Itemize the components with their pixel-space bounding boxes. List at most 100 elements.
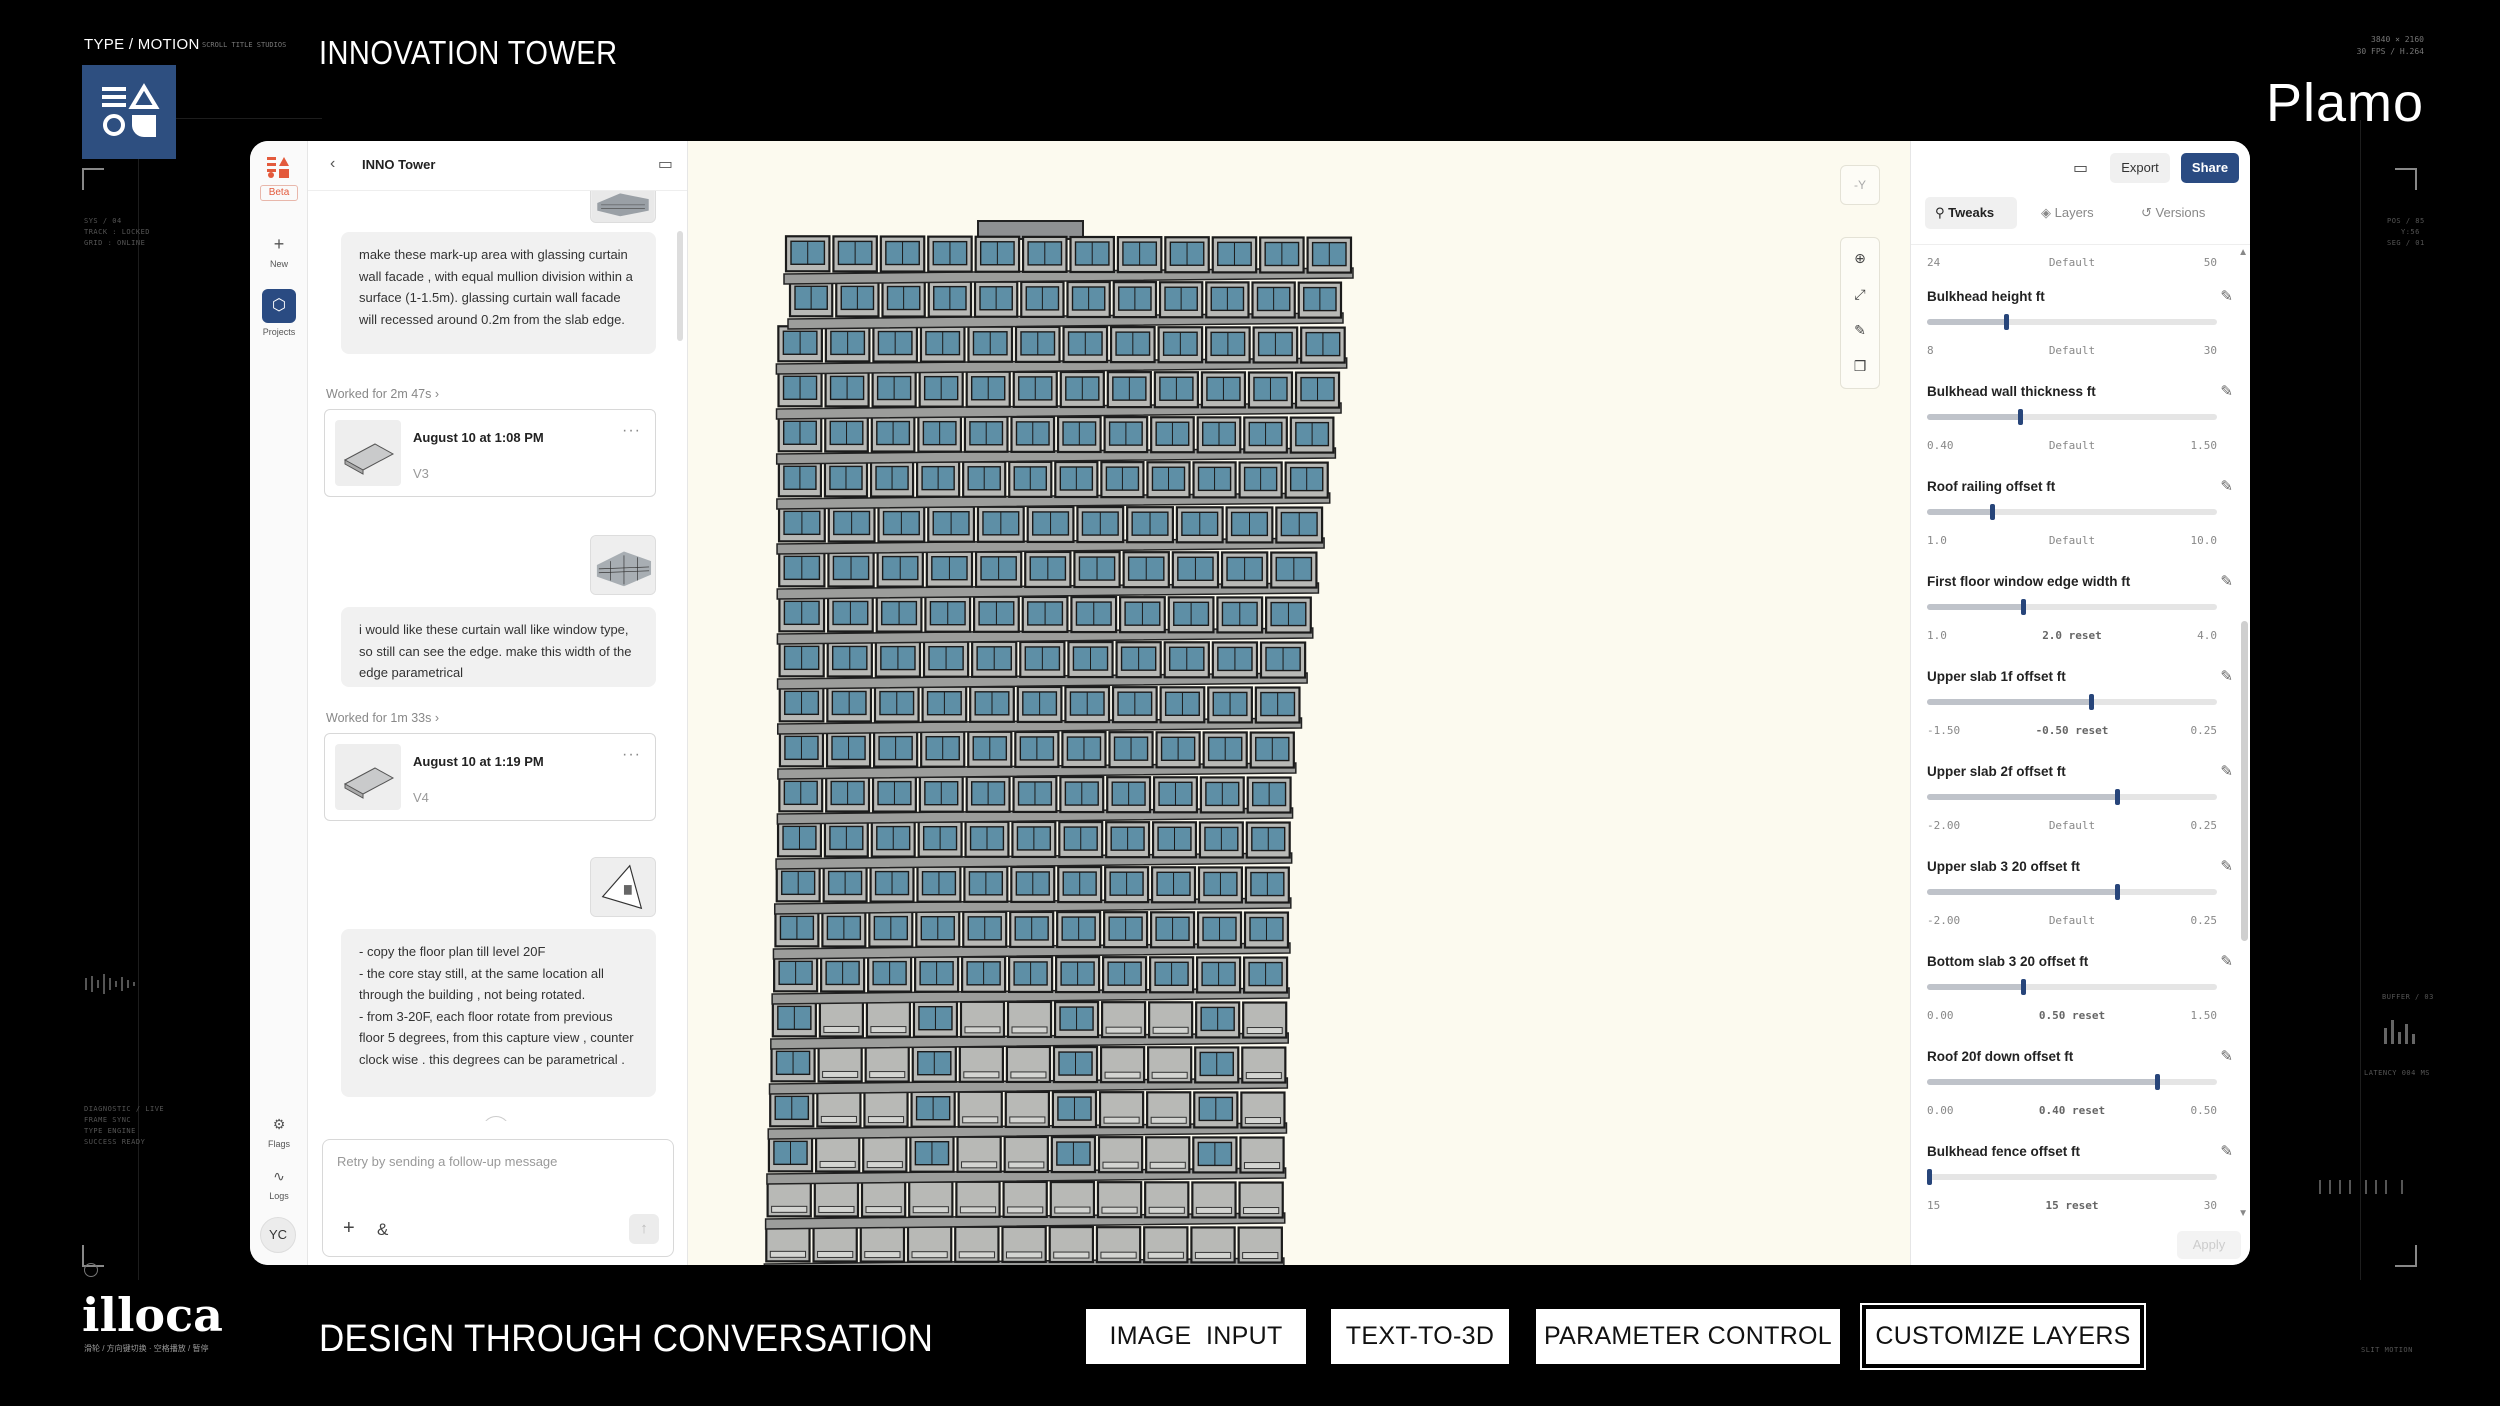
slider-track[interactable] (1927, 599, 2217, 615)
new-button[interactable]: + New (250, 233, 308, 269)
slider-track[interactable] (1927, 314, 2217, 330)
slider-thumb[interactable] (1927, 1169, 1932, 1185)
pencil-icon[interactable]: ✎ (2220, 762, 2233, 780)
tower-model[interactable] (688, 141, 1910, 1265)
tab-layers[interactable]: ◈ Layers (2031, 197, 2104, 229)
slider-reset[interactable]: 0.40 reset (1927, 1104, 2217, 1117)
chat-scrollbar[interactable] (677, 231, 683, 341)
scroll-down-icon[interactable]: ▼ (2238, 1208, 2248, 1219)
slider-thumb[interactable] (2115, 789, 2120, 805)
feature-parameter-control-button[interactable]: PARAMETER CONTROL (1536, 1309, 1840, 1364)
sliders-icon: ⚙ (272, 1116, 286, 1132)
more-options-icon[interactable]: ··· (622, 422, 641, 440)
latency-tag: LATENCY 004 MS (2364, 1069, 2431, 1077)
slider-track[interactable] (1927, 884, 2217, 900)
tag-buffer: BUFFER / 03 (2382, 993, 2434, 1001)
tab-tweaks-label: Tweaks (1948, 205, 1995, 220)
parameter-name: Bulkhead wall thickness ft (1927, 384, 2096, 399)
panel-scrollbar[interactable] (2241, 621, 2248, 941)
diagnostic-tags: DIAGNOSTIC / LIVE FRAME SYNC TYPE ENGINE… (84, 1104, 164, 1148)
flags-button[interactable]: ⚙ Flags (250, 1113, 308, 1149)
pencil-icon[interactable]: ✎ (2220, 572, 2233, 590)
slider-track[interactable] (1927, 1169, 2217, 1185)
logs-button[interactable]: ∿ Logs (250, 1165, 308, 1201)
mention-icon[interactable]: & (377, 1220, 388, 1240)
pencil-icon[interactable]: ✎ (2220, 382, 2233, 400)
slider-track[interactable] (1927, 789, 2217, 805)
parameter-list[interactable]: 24 Default 50 Bulkhead height ft ✎ 8 Defaul… (1911, 245, 2250, 1225)
apply-button[interactable]: Apply (2177, 1231, 2241, 1259)
scroll-down-button[interactable]: ↓ (482, 1116, 510, 1121)
slider-thumb[interactable] (2021, 979, 2026, 995)
slider-thumb[interactable] (2021, 599, 2026, 615)
pencil-icon[interactable]: ✎ (2220, 477, 2233, 495)
slider-reset[interactable]: -0.50 reset (1927, 724, 2217, 737)
axis-view-button[interactable]: -Y (1840, 165, 1880, 205)
chat-thread[interactable]: make these mark-up area with glassing cu… (308, 191, 687, 1121)
version-date: August 10 at 1:19 PM (413, 754, 544, 769)
tab-tweaks[interactable]: ⚲ Tweaks (1925, 197, 2017, 229)
pencil-icon[interactable]: ✎ (2220, 1047, 2233, 1065)
image-attachment-thumb[interactable] (590, 857, 656, 917)
slider-thumb[interactable] (2155, 1074, 2160, 1090)
worked-duration-2[interactable]: Worked for 1m 33s › (326, 711, 439, 725)
pencil-icon[interactable]: ✎ (2220, 1142, 2233, 1160)
tab-layers-label: Layers (2054, 205, 2094, 220)
share-button[interactable]: Share (2181, 153, 2239, 183)
slider-thumb[interactable] (2089, 694, 2094, 710)
image-attachment-thumb[interactable] (590, 535, 656, 595)
illoca-instructions: 滑轮 / 方向键切换 · 空格播放 / 暂停 (84, 1344, 209, 1353)
tag-sys: SYS / 04 (84, 217, 122, 225)
parameter-row: Upper slab 3 20 offset ft ✎ -2.00 Default 0.… (1927, 858, 2233, 954)
version-card-v3[interactable]: August 10 at 1:08 PM V3 ··· (324, 409, 656, 497)
slider-reset[interactable]: 15 reset (1927, 1199, 2217, 1212)
new-label: New (269, 259, 288, 269)
chat-input[interactable] (337, 1154, 637, 1169)
slider-reset[interactable]: 0.50 reset (1927, 1009, 2217, 1022)
fit-view-icon[interactable]: ⤢ (1841, 278, 1879, 310)
image-attachment-thumb[interactable] (590, 191, 656, 223)
worked-duration-1[interactable]: Worked for 2m 47s › (326, 387, 439, 401)
pencil-icon[interactable]: ✎ (2220, 857, 2233, 875)
back-chevron-icon[interactable]: ‹ (330, 155, 335, 173)
slider-track[interactable] (1927, 694, 2217, 710)
pencil-icon[interactable]: ✎ (2220, 667, 2233, 685)
app-window: Beta + New ⬡ Projects ⚙ Flags ∿ Logs YC … (250, 141, 2250, 1265)
slider-thumb[interactable] (2018, 409, 2023, 425)
send-button[interactable]: ↑ (629, 1214, 659, 1244)
tag-frame-sync: FRAME SYNC (84, 1116, 132, 1124)
slider-track[interactable] (1927, 504, 2217, 520)
tab-versions[interactable]: ↺ Versions (2131, 197, 2215, 229)
slider-reset[interactable]: 2.0 reset (1927, 629, 2217, 642)
corner-mark-tr (2395, 168, 2417, 190)
slider-thumb[interactable] (2115, 884, 2120, 900)
more-options-icon[interactable]: ··· (622, 746, 641, 764)
version-card-v4[interactable]: August 10 at 1:19 PM V4 ··· (324, 733, 656, 821)
slider-track[interactable] (1927, 1074, 2217, 1090)
slider-default: Default (2048, 439, 2096, 452)
pencil-icon[interactable]: ✎ (2220, 287, 2233, 305)
feature-text-to-3d-button[interactable]: TEXT-TO-3D (1331, 1309, 1509, 1364)
comment-icon[interactable]: ▭ (2073, 158, 2088, 178)
avatar[interactable]: YC (260, 1217, 296, 1253)
pencil-icon[interactable]: ✎ (2220, 952, 2233, 970)
slider-fill (1927, 1079, 2158, 1085)
orbit-icon[interactable]: ⊕ (1841, 242, 1879, 274)
slider-thumb[interactable] (2004, 314, 2009, 330)
feature-customize-layers-button[interactable]: CUSTOMIZE LAYERS (1860, 1303, 2146, 1370)
measure-icon[interactable]: ✎ (1841, 314, 1879, 346)
studio-label: SCROLL TITLE STUDIOS (202, 41, 287, 49)
slider-default: Default (2048, 534, 2096, 547)
add-attachment-icon[interactable]: + (343, 1217, 355, 1240)
slider-track[interactable] (1927, 979, 2217, 995)
slider-thumb[interactable] (1990, 504, 1995, 520)
export-button[interactable]: Export (2110, 153, 2170, 183)
slider-track[interactable] (1927, 409, 2217, 425)
scroll-up-icon[interactable]: ▲ (2238, 247, 2248, 258)
layers-cube-icon[interactable]: ❒ (1841, 350, 1879, 382)
feature-image-input-button[interactable]: IMAGE INPUT (1086, 1309, 1306, 1364)
parameter-row: First floor window edge width ft ✎ 1.0 2.0 … (1927, 573, 2233, 669)
new-chat-icon[interactable]: ▭ (658, 154, 673, 174)
3d-viewport[interactable]: -Y ⊕ ⤢ ✎ ❒ (688, 141, 1910, 1265)
projects-button[interactable]: ⬡ Projects (250, 289, 308, 337)
